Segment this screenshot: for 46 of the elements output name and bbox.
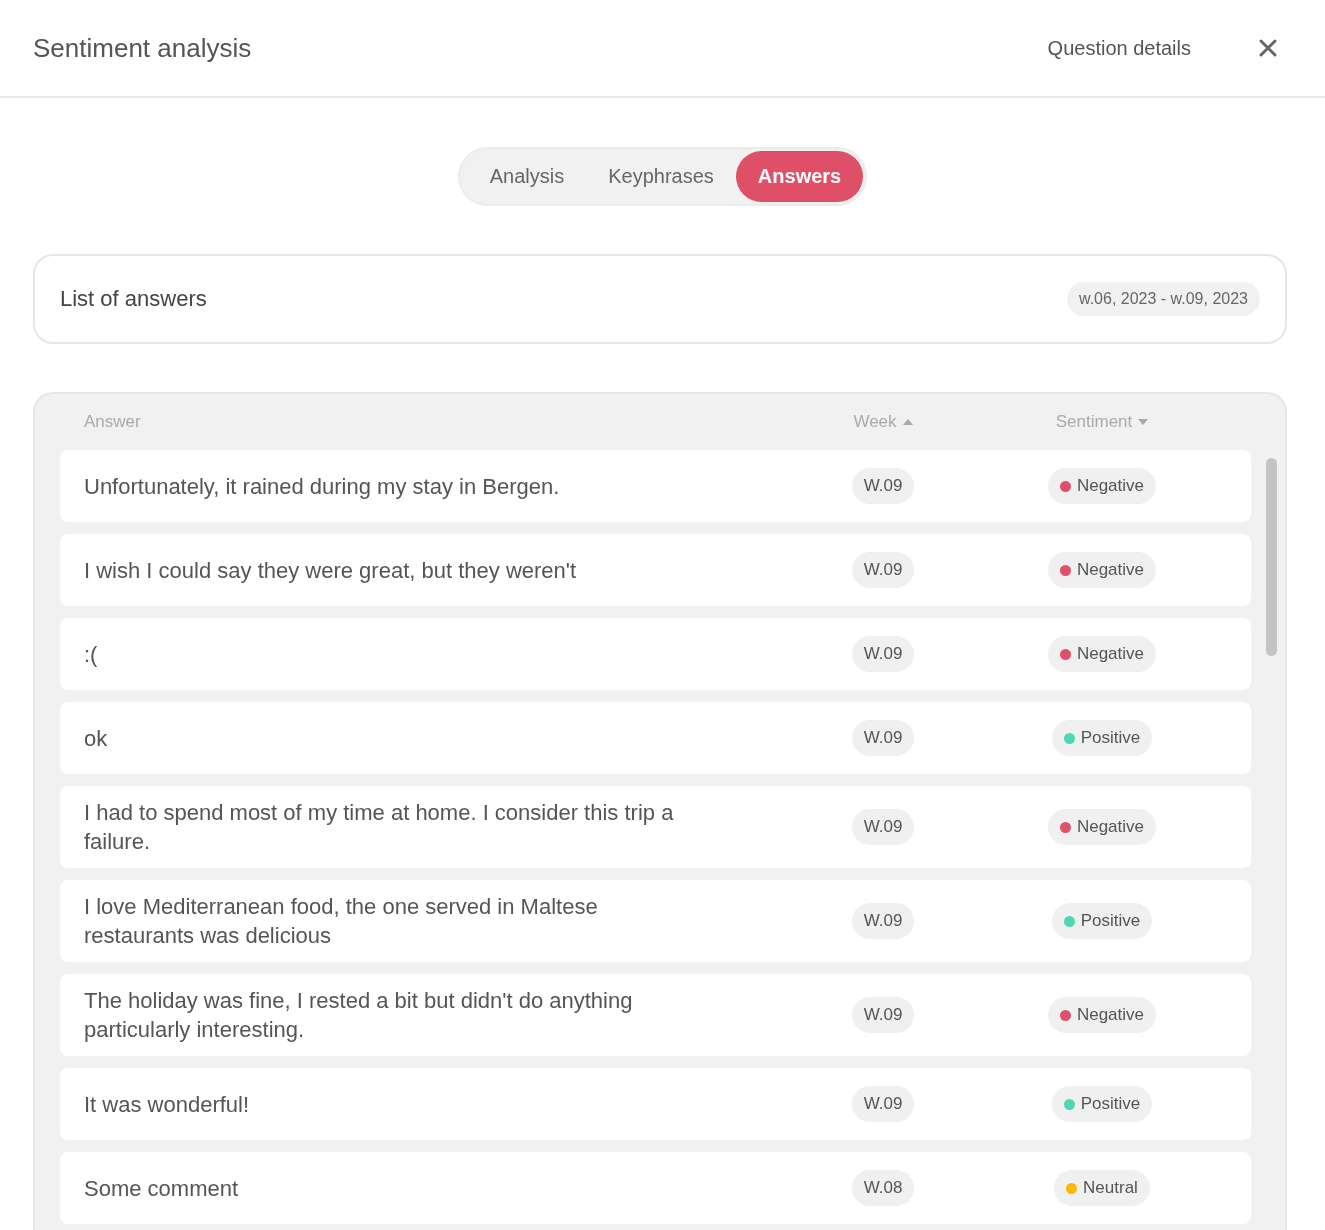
answer-row[interactable]: ok W.09 Positive xyxy=(60,702,1251,774)
sentiment-badge: Negative xyxy=(1047,552,1157,588)
column-header: Answer xyxy=(84,412,141,431)
answer-text: It was wonderful! xyxy=(84,1090,251,1119)
tab[interactable]: Analysis xyxy=(467,151,587,202)
answer-text: I wish I could say they were great, but they weren't xyxy=(84,556,578,585)
scrollbar-thumb[interactable] xyxy=(1266,458,1277,656)
answer-text: ok xyxy=(84,724,109,753)
answer-text: Some comment xyxy=(84,1174,240,1203)
answer-row[interactable]: Some comment W.08 Neutral xyxy=(60,1152,1251,1224)
week-badge: W.09 xyxy=(851,636,915,672)
week-badge: W.09 xyxy=(851,809,915,845)
page-title: Sentiment analysis xyxy=(33,32,252,64)
question-details-link[interactable]: Question details xyxy=(1047,36,1191,60)
week-badge: W.08 xyxy=(851,1170,915,1206)
date-range-badge: w.06, 2023 - w.09, 2023 xyxy=(1067,282,1260,316)
sentiment-badge: Negative xyxy=(1047,997,1157,1033)
answer-text: The holiday was fine, I rested a bit but didn't do anything particularly interesting. xyxy=(84,987,634,1044)
answer-row[interactable]: Unfortunately, it rained during my stay in Bergen. W.09 Negative xyxy=(60,450,1251,522)
answer-row[interactable]: I wish I could say they were great, but they weren't W.09 Negative xyxy=(60,534,1251,606)
sentiment-badge: Positive xyxy=(1051,720,1153,756)
answer-row[interactable]: It was wonderful! W.09 Positive xyxy=(60,1068,1251,1140)
answer-text: :( xyxy=(84,640,99,669)
answer-row[interactable]: I love Mediterranean food, the one served in Maltese restaurants was delicious W.09 Positive xyxy=(60,880,1251,962)
sentiment-badge: Negative xyxy=(1047,468,1157,504)
close-icon xyxy=(1259,39,1277,57)
answer-row[interactable]: :( W.09 Negative xyxy=(60,618,1251,690)
sentiment-badge: Negative xyxy=(1047,809,1157,845)
week-badge: W.09 xyxy=(851,468,915,504)
sentiment-badge: Neutral xyxy=(1054,1170,1150,1206)
answer-row[interactable]: I had to spend most of my time at home. I consider this trip a failure. W.09 Negative xyxy=(60,786,1251,868)
answer-row[interactable]: The holiday was fine, I rested a bit but didn't do anything particularly interesting. W.09 Negative xyxy=(60,974,1251,1056)
week-badge: W.09 xyxy=(851,552,915,588)
card-title: List of answers xyxy=(60,286,207,312)
week-badge: W.09 xyxy=(851,1086,915,1122)
sentiment-badge: Negative xyxy=(1047,636,1157,672)
answer-text: I had to spend most of my time at home. I consider this trip a failure. xyxy=(84,799,675,856)
answer-text: Unfortunately, it rained during my stay in Bergen. xyxy=(84,472,561,501)
tab[interactable]: Keyphrases xyxy=(586,151,736,202)
sentiment-badge: Positive xyxy=(1051,1086,1153,1122)
answer-text: I love Mediterranean food, the one served in Maltese restaurants was delicious xyxy=(84,893,599,950)
tab[interactable]: Answers xyxy=(735,151,864,202)
week-badge: W.09 xyxy=(851,997,915,1033)
week-badge: W.09 xyxy=(851,903,915,939)
sentiment-badge: Positive xyxy=(1051,903,1153,939)
week-badge: W.09 xyxy=(851,720,915,756)
